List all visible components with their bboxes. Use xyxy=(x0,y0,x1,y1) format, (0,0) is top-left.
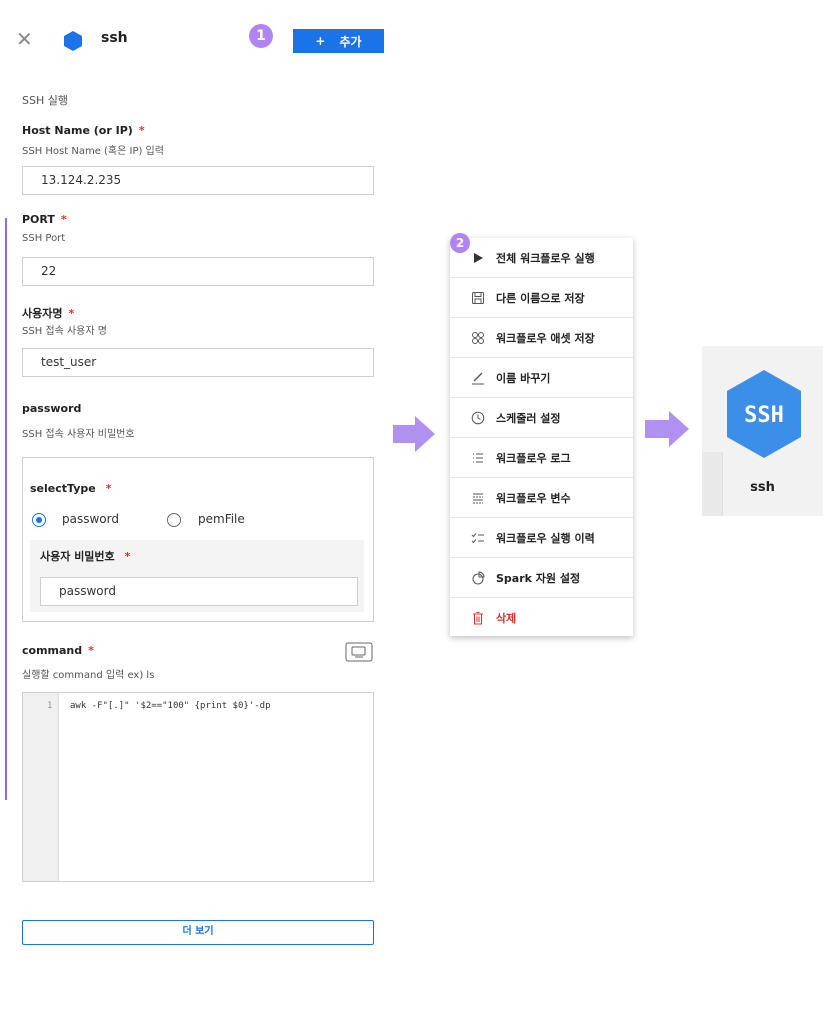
menu-item-label: 워크플로우 변수 xyxy=(496,491,571,505)
menu-item-label: 전체 워크플로우 실행 xyxy=(496,251,595,265)
required-mark: * xyxy=(105,482,112,495)
menu-item-run-all[interactable]: 전체 워크플로우 실행 xyxy=(450,238,633,278)
form-description: SSH 실행 xyxy=(22,94,68,107)
radio-pemfile-label: pemFile xyxy=(198,512,245,526)
add-button[interactable]: + 추가 xyxy=(293,29,384,53)
user-input[interactable]: test_user xyxy=(22,348,374,377)
command-help: 실행할 command 입력 ex) ls xyxy=(22,670,155,681)
menu-item-label: 워크플로우 애셋 저장 xyxy=(496,331,595,345)
password-label: password xyxy=(22,402,82,415)
required-mark: * xyxy=(88,644,94,657)
variable-icon xyxy=(470,490,486,506)
user-label: 사용자명 * xyxy=(22,307,75,320)
host-input[interactable]: 13.124.2.235 xyxy=(22,166,374,195)
port-help: SSH Port xyxy=(22,233,66,244)
user-password-input[interactable]: password xyxy=(40,577,358,606)
menu-item-label: Spark 자원 설정 xyxy=(496,571,581,585)
ssh-node-name: ssh xyxy=(750,480,775,495)
host-help: SSH Host Name (혹은 IP) 입력 xyxy=(22,146,164,157)
arrow-right-icon xyxy=(415,416,435,452)
menu-item-log[interactable]: 워크플로우 로그 xyxy=(450,438,633,478)
hexagon-icon xyxy=(64,31,82,51)
add-button-label: 추가 xyxy=(339,34,362,49)
select-type-label: selectType * xyxy=(30,482,112,495)
menu-item-label: 워크플로우 로그 xyxy=(496,451,571,465)
step-badge-2: 2 xyxy=(450,233,470,253)
command-editor[interactable] xyxy=(22,692,374,882)
arrow-body xyxy=(393,425,415,443)
more-button[interactable]: 더 보기 xyxy=(22,920,374,945)
menu-item-label: 다른 이름으로 저장 xyxy=(496,291,585,305)
menu-item-label: 이름 바꾸기 xyxy=(496,371,551,385)
play-icon xyxy=(470,250,486,266)
step-badge-1: 1 xyxy=(249,24,273,48)
menu-item-rename[interactable]: 이름 바꾸기 xyxy=(450,358,633,398)
radio-password-label: password xyxy=(62,512,119,526)
menu-item-history[interactable]: 워크플로우 실행 이력 xyxy=(450,518,633,558)
save-icon xyxy=(470,290,486,306)
password-help: SSH 접속 사용자 비밀번호 xyxy=(22,429,135,440)
asset-icon xyxy=(470,330,486,346)
checklist-icon xyxy=(470,530,486,546)
section-accent-line xyxy=(5,218,7,800)
pencil-icon xyxy=(470,370,486,386)
panel-title: ssh xyxy=(101,30,128,46)
menu-item-save-as[interactable]: 다른 이름으로 저장 xyxy=(450,278,633,318)
menu-item-variables[interactable]: 워크플로우 변수 xyxy=(450,478,633,518)
plus-icon: + xyxy=(315,34,326,48)
arrow-body xyxy=(645,420,669,438)
radio-pemfile[interactable] xyxy=(167,513,181,527)
arrow-right-icon xyxy=(669,411,689,447)
menu-item-label: 삭제 xyxy=(496,612,517,625)
command-label: command * xyxy=(22,644,94,657)
user-password-label: 사용자 비밀번호 * xyxy=(40,550,131,563)
line-number: 1 xyxy=(47,701,53,711)
expand-editor-icon[interactable] xyxy=(345,642,373,662)
required-mark: * xyxy=(60,213,67,226)
pie-icon xyxy=(470,570,486,586)
ssh-node-icon: SSH xyxy=(727,370,801,458)
menu-item-scheduler[interactable]: 스케줄러 설정 xyxy=(450,398,633,438)
clock-icon xyxy=(470,410,486,426)
menu-item-label: 스케줄러 설정 xyxy=(496,411,561,425)
menu-item-spark[interactable]: Spark 자원 설정 xyxy=(450,558,633,598)
context-menu: 전체 워크플로우 실행 다른 이름으로 저장 워크플로우 애셋 저장 이름 바꾸… xyxy=(450,238,633,636)
required-mark: * xyxy=(68,307,75,320)
list-icon xyxy=(470,450,486,466)
trash-icon xyxy=(470,610,486,626)
host-label: Host Name (or IP) * xyxy=(22,124,145,137)
close-icon[interactable]: ✕ xyxy=(16,29,36,49)
required-mark: * xyxy=(124,550,131,563)
port-input[interactable]: 22 xyxy=(22,257,374,286)
user-help: SSH 접속 사용자 명 xyxy=(22,326,107,337)
editor-gutter xyxy=(23,693,59,881)
menu-item-delete[interactable]: 삭제 xyxy=(450,598,633,638)
port-label: PORT * xyxy=(22,213,67,226)
menu-item-save-asset[interactable]: 워크플로우 애셋 저장 xyxy=(450,318,633,358)
command-code: awk -F"[.]" '$2=="100" {print $0}'-dp xyxy=(70,701,271,711)
required-mark: * xyxy=(138,124,145,137)
radio-password[interactable] xyxy=(32,513,46,527)
ssh-node-icon-text: SSH xyxy=(744,403,784,428)
menu-item-label: 워크플로우 실행 이력 xyxy=(496,531,595,545)
